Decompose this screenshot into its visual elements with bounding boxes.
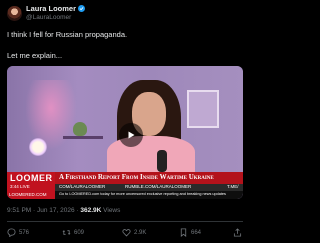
verified-badge-icon — [78, 5, 86, 12]
reply-button[interactable]: 576 — [7, 228, 29, 237]
video-shelf — [63, 136, 103, 139]
heart-icon — [122, 229, 131, 237]
repost-button[interactable]: 609 — [62, 228, 84, 237]
play-icon — [128, 131, 135, 139]
avatar[interactable] — [7, 6, 22, 21]
reply-icon — [7, 228, 16, 237]
live-badge: LIVE — [20, 184, 30, 189]
ticker-text: Go to LOOMERED.com today for more uncens… — [59, 192, 226, 196]
video-lamp — [29, 138, 47, 156]
action-bar: 576 609 2.9K 664 — [7, 228, 243, 240]
video-picture-frame — [187, 90, 219, 128]
views-label: Views — [103, 207, 121, 214]
post-time[interactable]: 9:51 PM — [7, 207, 31, 214]
post-text-line-2: Let me explain... — [7, 51, 63, 60]
view-count: 362.9K — [80, 207, 102, 214]
video-player[interactable]: LOOMER 3:44 LIVE A Firsthand Report From… — [7, 66, 243, 199]
video-lower-third: LOOMER 3:44 LIVE A Firsthand Report From… — [7, 172, 243, 199]
post-meta: 9:51 PM · Jun 17, 2026 · 362.9K Views — [7, 207, 121, 214]
video-headline: A Firsthand Report From Inside Wartime U… — [59, 173, 214, 181]
repost-count: 609 — [74, 229, 85, 236]
bookmark-icon — [180, 228, 187, 237]
video-url-telegram: T.ME/ — [227, 184, 239, 189]
clock-value: 3:44 — [10, 184, 19, 189]
video-clock: 3:44 LIVE — [10, 184, 30, 189]
author-handle[interactable]: @LauraLoomer — [26, 14, 71, 21]
share-button[interactable] — [233, 228, 242, 237]
video-person-body — [107, 136, 195, 176]
bookmark-count: 664 — [191, 229, 202, 236]
show-logo: LOOMER — [10, 173, 53, 183]
video-microphone — [157, 150, 167, 172]
like-button[interactable]: 2.9K — [122, 228, 146, 237]
video-url-left: COM/LAURALOOMER — [59, 184, 106, 189]
like-count: 2.9K — [134, 229, 147, 236]
video-plant — [73, 122, 87, 136]
share-icon — [233, 228, 242, 237]
post-text-line-1: I think I fell for Russian propaganda. — [7, 30, 128, 39]
author-name[interactable]: Laura Loomer — [26, 4, 76, 13]
repost-icon — [62, 230, 71, 235]
divider — [7, 221, 243, 222]
reply-count: 576 — [19, 229, 30, 236]
bookmark-button[interactable]: 664 — [179, 228, 201, 237]
ticker-label: LOOMERED.COM — [9, 192, 47, 197]
video-url-rumble: RUMBLE.COM/LAURALOOMER — [125, 184, 192, 189]
play-button[interactable] — [119, 123, 143, 147]
post-date[interactable]: Jun 17, 2026 — [37, 207, 75, 214]
author-name-row: Laura Loomer — [26, 4, 86, 13]
